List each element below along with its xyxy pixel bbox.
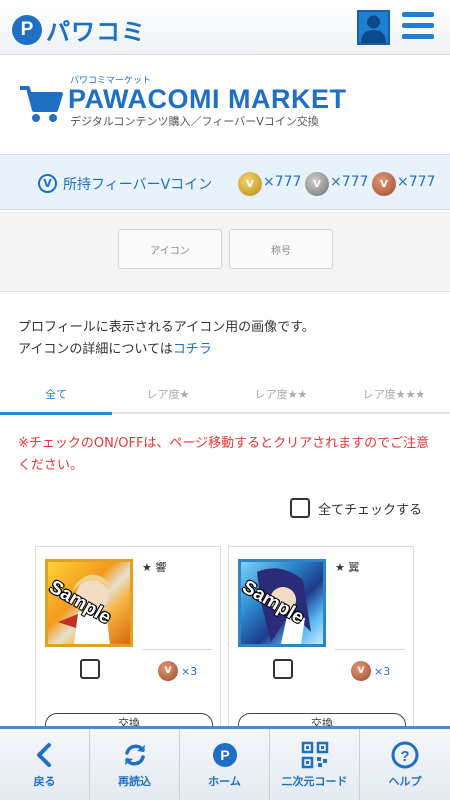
user-icon [361,15,386,43]
hamburger-menu-button[interactable] [402,12,434,42]
category-tab-area: アイコン 称号 [0,211,450,292]
market-title: PAWACOMI MARKET [68,84,347,114]
reload-icon [124,744,145,765]
item-image-hibiki: Sample [45,559,133,647]
item-divider [142,649,212,650]
item-checkbox[interactable] [80,659,100,679]
item-cost: ×3 [374,665,391,678]
shopping-cart-icon [20,86,63,122]
bottom-navigation: 戻る 再読込 P ホーム 二次元コード ? ヘルプ [0,726,450,800]
item-name: ★ 翼 [335,561,360,574]
svg-text:?: ? [400,748,409,765]
nav-qr-code[interactable]: 二次元コード [270,729,360,800]
check-all-control[interactable]: 全てチェックする [290,498,422,518]
description-line-2: アイコンの詳細についてはコチラ [18,339,315,361]
menu-bar-icon [402,23,434,28]
home-logo-icon: P [212,742,237,767]
v-coin-badge-icon: V [38,174,57,193]
item-card: Sample ★ 翼 V ×3 交換 [228,546,414,741]
item-checkbox-wrapper [273,659,293,679]
market-title-section: パワコミマーケット PAWACOMI MARKET デジタルコンテンツ購入／フィ… [0,56,450,152]
nav-help-label: ヘルプ [388,774,422,788]
tab-rarity-2[interactable]: レア度★★ [225,386,337,402]
svg-text:P: P [220,747,229,763]
menu-bar-icon [402,34,434,39]
item-cost: ×3 [181,665,198,678]
description-line-1: プロフィールに表示されるアイコン用の画像です。 [18,320,315,335]
check-all-label: 全てチェックする [318,502,423,518]
qr-code-icon [301,741,328,768]
nav-qr-code-label: 二次元コード [281,774,348,788]
active-tab-indicator [0,412,112,415]
tab-icon-category[interactable]: アイコン [118,229,222,269]
tab-rarity-1[interactable]: レア度★ [112,386,224,402]
page-description: プロフィールに表示されるアイコン用の画像です。 アイコンの詳細についてはコチラ [18,317,315,361]
logo-icon: P [12,14,42,45]
item-image-tsubasa: Sample [238,559,326,647]
coin-balance-bar: V 所持フィーバーVコイン V ×777 V ×777 V ×777 [0,154,450,210]
tab-rarity-3[interactable]: レア度★★★ [338,386,450,402]
item-checkbox[interactable] [273,659,293,679]
nav-back-label: 戻る [33,774,56,788]
bronze-coin-icon: V [351,661,371,681]
silver-coin-icon: V [305,172,329,196]
nav-back[interactable]: 戻る [0,729,90,800]
app-header: P パワコミ [0,0,450,55]
tab-title-category[interactable]: 称号 [229,229,333,269]
nav-home[interactable]: P ホーム [180,729,270,800]
silver-coin-count: ×777 [330,174,369,190]
nav-help[interactable]: ? ヘルプ [360,729,450,800]
pawacomi-logo[interactable]: P パワコミ [12,12,146,47]
item-divider [335,649,405,650]
check-all-checkbox[interactable] [290,498,310,518]
details-link[interactable]: コチラ [173,342,212,357]
gold-coin-icon: V [238,172,262,196]
checkbox-notice: ※チェックのON/OFFは、ページ移動するとクリアされますのでご注意ください。 [18,436,430,473]
nav-reload-label: 再読込 [118,774,151,788]
coin-balance-label: 所持フィーバーVコイン [63,177,213,193]
item-card: Sample ★ 響 V ×3 交換 [35,546,221,741]
logo-text: パワコミ [46,18,146,46]
menu-bar-icon [402,12,434,17]
gold-coin-count: ×777 [263,174,302,190]
tab-rarity-all[interactable]: 全て [0,386,112,402]
item-name: ★ 響 [142,561,167,574]
user-profile-button[interactable] [357,10,390,45]
nav-home-label: ホーム [208,774,241,788]
nav-reload[interactable]: 再読込 [90,729,180,800]
help-icon: ? [391,741,419,768]
bronze-coin-icon: V [158,661,178,681]
chevron-left-icon [36,742,51,767]
market-description: デジタルコンテンツ購入／フィーバーVコイン交換 [70,115,319,128]
item-checkbox-wrapper [80,659,100,679]
description-prefix: アイコンの詳細については [18,342,173,357]
bronze-coin-count: ×777 [397,174,436,190]
bronze-coin-icon: V [372,172,396,196]
